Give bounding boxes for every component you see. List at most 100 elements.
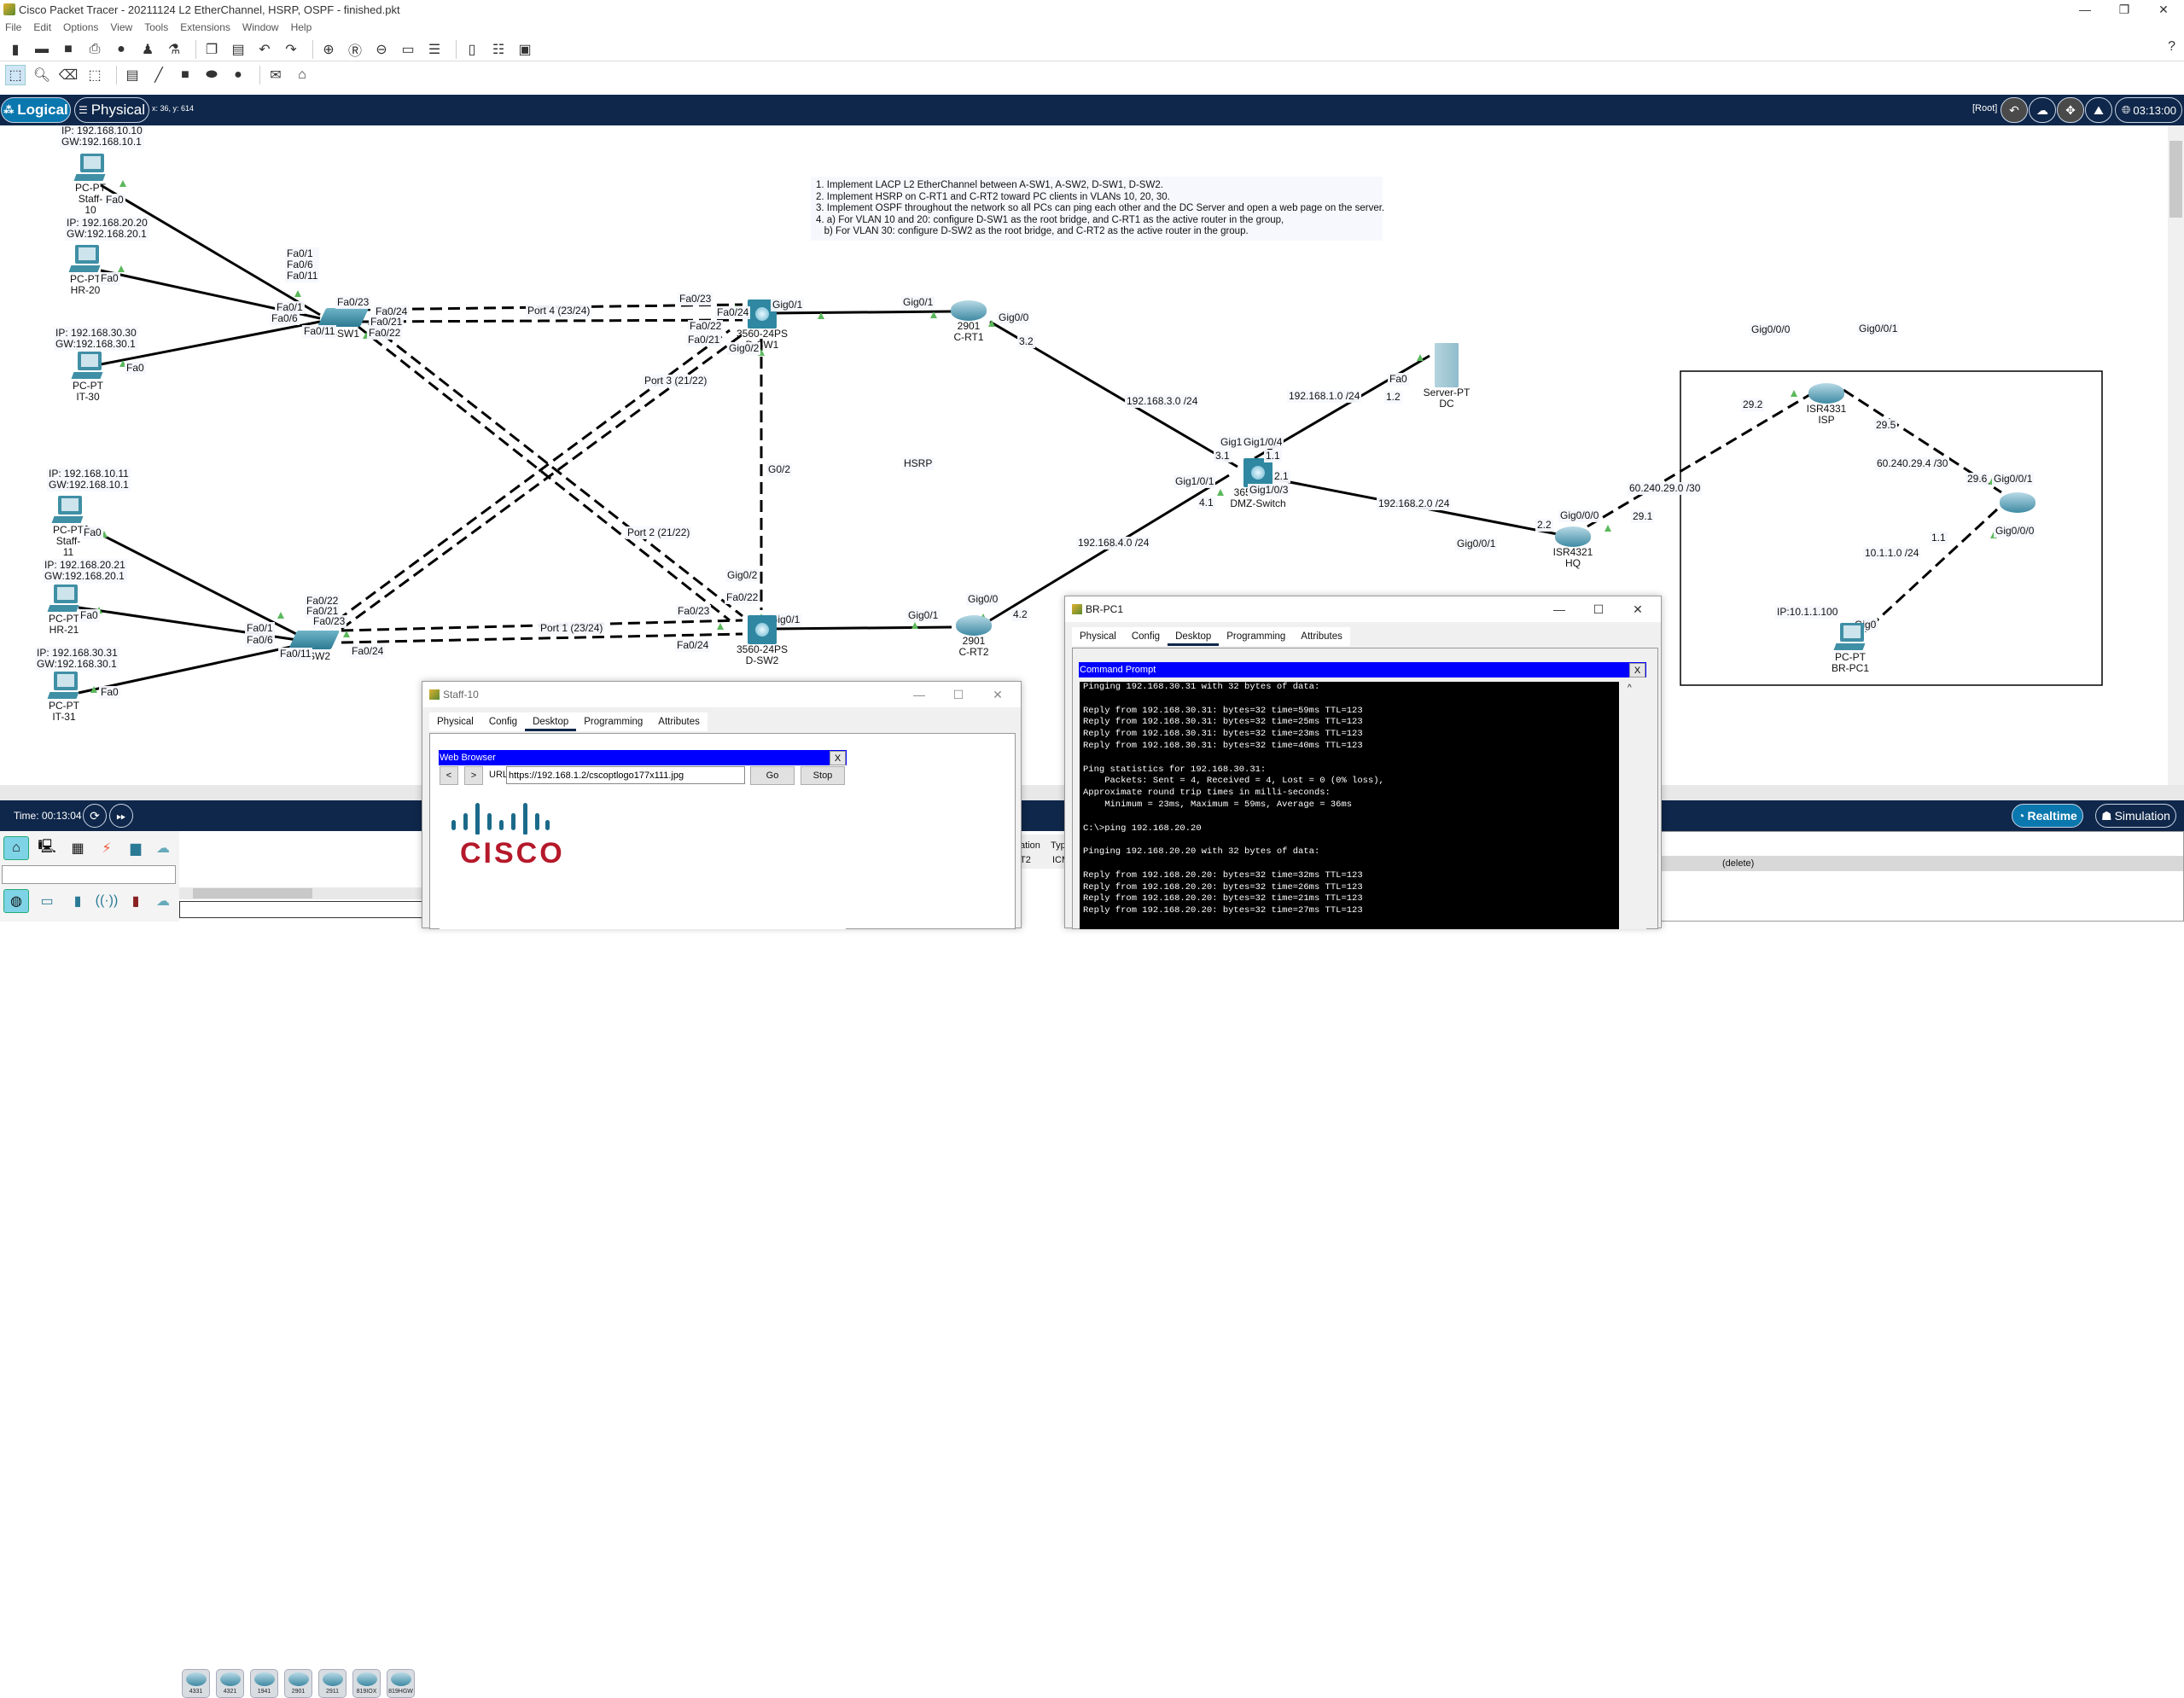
resize-icon[interactable]: ⬚ [84,65,105,85]
security-subcategory[interactable]: ▮ [123,889,149,913]
device-c-rt2[interactable]: 2901 C-RT2 [954,615,993,658]
menu-window[interactable]: Window [242,21,279,33]
realtime-mode-button[interactable]: ◔ Realtime [2012,804,2083,828]
device-staff-10[interactable]: PC-PT Staff-10 [73,154,108,216]
terminal-scrollbar[interactable]: ^ [1619,682,1646,929]
model-4331[interactable]: 4331 [182,1669,210,1698]
minimize-button[interactable]: — [900,685,939,704]
simple-pdu-icon[interactable]: ✉ [265,65,286,85]
tab-programming[interactable]: Programming [1219,627,1293,646]
tab-config[interactable]: Config [1124,627,1168,646]
print-icon[interactable]: ⎙ [84,39,105,60]
instructions-note[interactable]: 1. Implement LACP L2 EtherChannel betwee… [811,177,1384,241]
power-cycle-icon[interactable]: ⟳ [83,804,107,828]
set-background-icon[interactable]: ⛰ [2085,97,2112,123]
model-scrollbar[interactable] [179,887,422,899]
note-icon[interactable]: ▤ [122,65,143,85]
model-4321[interactable]: 4321 [216,1669,244,1698]
model-819hgw[interactable]: 819HGW [387,1669,415,1698]
fast-forward-icon[interactable]: ⏩︎ [109,804,133,828]
tab-attributes[interactable]: Attributes [1293,627,1350,646]
category-search-box[interactable] [2,865,176,884]
menu-options[interactable]: Options [63,21,98,33]
tab-attributes[interactable]: Attributes [650,712,708,731]
connections-category[interactable]: ⚡︎ [94,836,119,860]
device-hq-router[interactable]: ISR4321 HQ [1552,526,1594,569]
menu-help[interactable]: Help [291,21,312,33]
hubs-subcategory[interactable]: ▮ [65,889,90,913]
wireless-subcategory[interactable]: ((·)) [94,889,119,913]
switches-subcategory[interactable]: ▭ [34,889,60,913]
forward-button[interactable]: > [464,766,483,785]
close-button[interactable]: ✕ [1618,600,1657,619]
logical-view-tab[interactable]: ⁂ Logical [1,97,71,123]
minimize-button[interactable]: — [2065,0,2105,19]
routers-subcategory[interactable]: ◍ [3,889,29,913]
simulation-mode-button[interactable]: ☗ Simulation [2095,804,2176,828]
cluster-icon[interactable]: ☷ [488,39,509,60]
rectangle-icon[interactable]: ■ [175,65,195,85]
save-icon[interactable]: ■ [58,39,79,60]
wan-emulation-subcategory[interactable]: ☁ [150,889,176,913]
activity-wizard-icon[interactable]: ♟ [137,39,158,60]
tab-config[interactable]: Config [481,712,525,731]
device-c-rt1[interactable]: 2901 C-RT1 [949,300,988,343]
menu-file[interactable]: File [5,21,21,33]
menu-tools[interactable]: Tools [144,21,168,33]
new-cluster-icon[interactable]: ☁ [2029,97,2056,123]
device-staff-11[interactable]: PC-PT Staff-11 [51,496,85,558]
new-file-icon[interactable]: ▮ [5,39,26,60]
back-button[interactable]: < [440,766,458,785]
paste-icon[interactable]: ▤ [228,39,248,60]
menu-edit[interactable]: Edit [33,21,51,33]
pdu-row[interactable]: (delete) [1657,856,2183,871]
device-it-30[interactable]: PC-PT IT-30 [71,352,105,403]
device-dc-server[interactable]: Server-PT DC [1417,343,1476,410]
device-hr-20[interactable]: PC-PT HR-20 [68,245,102,296]
device-it-31[interactable]: PC-PT IT-31 [47,672,81,723]
physical-view-tab[interactable]: ☰ Physical [74,97,149,123]
url-input[interactable] [506,766,745,784]
ellipse-icon[interactable]: ⬬ [201,65,222,85]
activity-icon[interactable]: ⚗ [164,39,184,60]
maximize-button[interactable]: ☐ [939,685,978,704]
menu-extensions[interactable]: Extensions [180,21,230,33]
scrollbar-thumb[interactable] [2169,141,2182,218]
copy-icon[interactable]: ❐ [201,39,222,60]
zoom-out-icon[interactable]: ⊖ [371,39,392,60]
device-d-sw2[interactable]: 3560-24PS D-SW2 [732,615,792,666]
model-1941[interactable]: 1941 [250,1669,278,1698]
close-button[interactable]: ✕ [978,685,1017,704]
line-icon[interactable]: ╱ [149,65,169,85]
info-icon[interactable]: ● [111,39,131,60]
move-object-icon[interactable]: ✥ [2057,97,2084,123]
multiuser-category[interactable]: ☁ [150,836,176,860]
network-devices-category[interactable]: ⌂ [3,836,29,860]
redo-icon[interactable]: ↷ [281,39,301,60]
maximize-button[interactable]: ❐ [2105,0,2144,19]
go-button[interactable]: Go [750,766,795,785]
inspect-icon[interactable]: 🔍︎ [32,65,52,85]
tab-programming[interactable]: Programming [576,712,650,731]
close-button[interactable]: ✕ [2144,0,2183,19]
open-folder-icon[interactable]: ▬ [32,39,52,60]
tab-desktop[interactable]: Desktop [1168,627,1220,646]
model-819iox[interactable]: 819IOX [352,1669,381,1698]
maximize-button[interactable]: ☐ [1579,600,1618,619]
tab-physical[interactable]: Physical [1072,627,1124,646]
root-breadcrumb[interactable]: [Root] [1972,103,1997,113]
components-category[interactable]: ▦ [65,836,90,860]
tab-desktop[interactable]: Desktop [525,712,577,731]
end-devices-category[interactable]: 🖳︎ [34,836,60,860]
close-app-button[interactable]: X [830,751,846,765]
model-2911[interactable]: 2911 [318,1669,347,1698]
model-2901[interactable]: 2901 [284,1669,312,1698]
scroll-up-icon[interactable]: ^ [1628,683,1632,693]
zoom-in-icon[interactable]: ⊕ [318,39,339,60]
viewport-clock[interactable]: 🌐︎ 03:13:00 [2115,97,2182,123]
tab-physical[interactable]: Physical [429,712,481,731]
image-icon[interactable]: ▣ [515,39,535,60]
device-hr-21[interactable]: PC-PT HR-21 [47,584,81,636]
undo-icon[interactable]: ↶ [254,39,275,60]
stop-button[interactable]: Stop [801,766,845,785]
